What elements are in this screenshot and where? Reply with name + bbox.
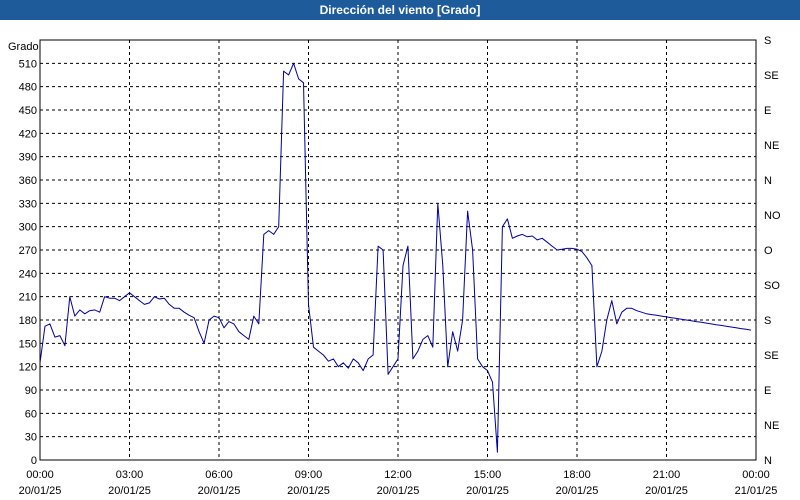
series [39, 62, 752, 453]
y-tick-label: 330 [19, 198, 37, 210]
x-tick-label: 15:00 [474, 469, 502, 481]
y-tick-label: 210 [19, 292, 37, 304]
right-axis-label: NO [764, 210, 781, 222]
right-axis-label: S [764, 35, 771, 47]
y-tick-label: 480 [19, 82, 37, 94]
right-axis-label: S [764, 315, 771, 327]
y-tick-label: 510 [19, 58, 37, 70]
right-axis-label: SE [764, 70, 779, 82]
y-tick-label: 450 [19, 105, 37, 117]
right-axis-label: E [764, 385, 771, 397]
x-tick-label: 00:00 [742, 469, 770, 481]
x-axis: 00:00 20/01/25 03:00 20/01/25 06:00 20/01/25 0… [19, 469, 778, 497]
chart-title: Dirección del viento [Grado] [0, 0, 800, 20]
x-tick-label: 00:00 [26, 469, 54, 481]
y-axis-label: Grado [8, 41, 39, 53]
y-tick-label: 420 [19, 128, 37, 140]
x-tick-label: 06:00 [205, 469, 233, 481]
y-tick-label: 90 [25, 385, 37, 397]
x-tick-date-label: 20/01/25 [19, 485, 62, 497]
y-tick-label: 360 [19, 175, 37, 187]
x-tick-date-label: 20/01/25 [645, 485, 688, 497]
y-tick-label: 120 [19, 362, 37, 374]
x-tick-label: 09:00 [295, 469, 323, 481]
x-tick-label: 12:00 [384, 469, 412, 481]
y-tick-label: 60 [25, 408, 37, 420]
x-tick-label: 18:00 [563, 469, 591, 481]
y-tick-label: 270 [19, 245, 37, 257]
x-tick-label: 21:00 [653, 469, 681, 481]
grid [40, 40, 756, 460]
x-tick-label: 03:00 [116, 469, 144, 481]
x-tick-date-label: 20/01/25 [556, 485, 599, 497]
x-tick-date-label: 20/01/25 [466, 485, 509, 497]
right-axis-label: SO [764, 280, 780, 292]
y-tick-label: 30 [25, 432, 37, 444]
right-axis-label: E [764, 105, 771, 117]
y-tick-label: 390 [19, 152, 37, 164]
y-tick-label: 240 [19, 268, 37, 280]
x-tick-date-label: 20/01/25 [198, 485, 241, 497]
x-tick-date-label: 20/01/25 [108, 485, 151, 497]
right-axis-label: N [764, 175, 772, 187]
right-axis: N NE E SE S SO O NO N NE E SE S [764, 35, 781, 467]
x-tick-date-label: 21/01/25 [735, 485, 778, 497]
y-tick-label: 0 [31, 455, 37, 467]
series-line [39, 62, 752, 453]
y-tick-label: 300 [19, 222, 37, 234]
x-tick-date-label: 20/01/25 [377, 485, 420, 497]
wind-direction-chart: 0 30 60 90 120 150 180 210 240 270 300 330 360 390 420… [8, 35, 781, 497]
x-tick-date-label: 20/01/25 [287, 485, 330, 497]
right-axis-label: N [764, 455, 772, 467]
right-axis-label: SE [764, 350, 779, 362]
y-tick-label: 180 [19, 315, 37, 327]
right-axis-label: O [764, 245, 773, 257]
right-axis-label: NE [764, 420, 779, 432]
y-tick-label: 150 [19, 338, 37, 350]
left-axis: 0 30 60 90 120 150 180 210 240 270 300 330 360 390 420… [19, 58, 37, 467]
right-axis-label: NE [764, 140, 779, 152]
